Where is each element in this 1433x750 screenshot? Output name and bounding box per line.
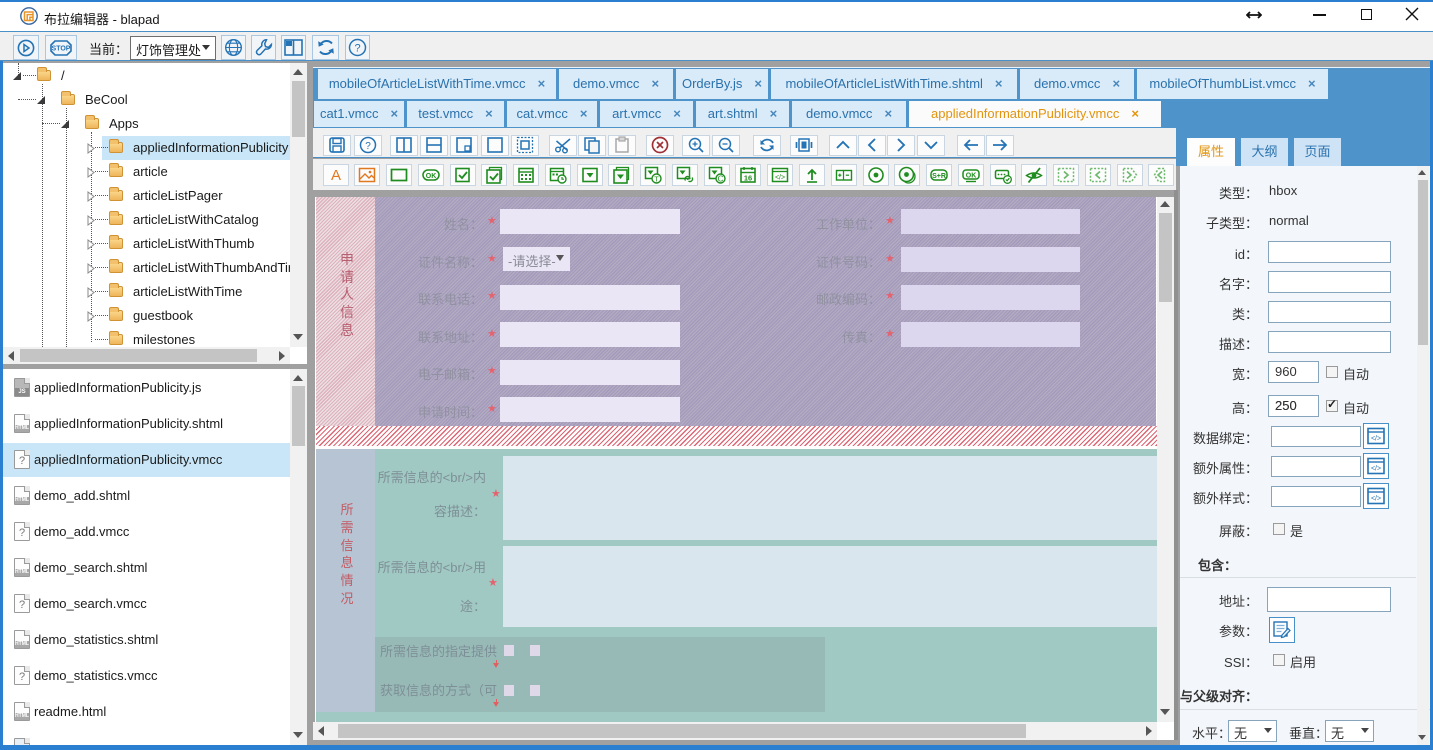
svg-text:16: 16 [744, 174, 752, 183]
svg-text:</>: </> [775, 175, 785, 182]
svg-text:C: C [718, 175, 724, 184]
svg-text:STOP: STOP [52, 46, 71, 53]
svg-text:?: ? [365, 141, 371, 152]
svg-text:</>: </> [1371, 466, 1381, 473]
svg-text:?: ? [354, 43, 360, 55]
svg-text:</>: </> [1371, 436, 1381, 443]
svg-text:OK: OK [966, 173, 977, 180]
svg-text:OK: OK [426, 173, 437, 180]
svg-text:</>: </> [1371, 496, 1381, 503]
svg-text:A: A [331, 167, 341, 184]
svg-text:S+R: S+R [932, 173, 946, 180]
svg-text:T: T [654, 175, 659, 184]
